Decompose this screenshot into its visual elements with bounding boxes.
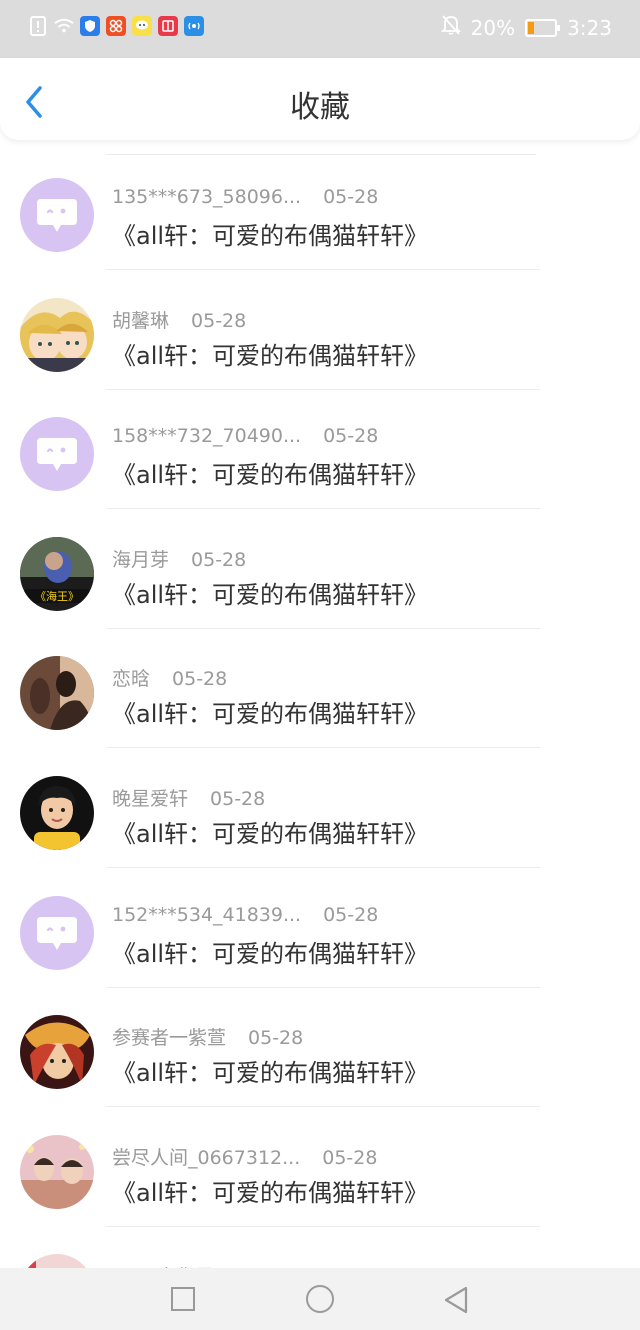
avatar[interactable] — [20, 656, 94, 731]
item-meta: 恋晗 05-28 — [112, 664, 227, 691]
item-meta: 晚星爱轩 05-28 — [112, 784, 265, 811]
username[interactable]: 152***534_41839... — [112, 904, 301, 926]
item-meta: 参赛者一紫萱 05-28 — [112, 1023, 303, 1050]
avatar[interactable] — [20, 1134, 94, 1209]
status-bar: 20% 3:23 — [0, 0, 640, 58]
favorite-list-item[interactable]: 恋晗 05-28 《all轩：可爱的布偶猫轩轩》 — [0, 628, 640, 749]
user-avatar-image — [20, 1015, 94, 1090]
item-meta: 135***673_58096... 05-28 — [112, 186, 378, 208]
favorite-list-item[interactable]: 《海王》 海月芽 05-28 《all轩：可爱的布偶猫轩轩》 — [0, 509, 640, 629]
status-icons-right: 20% 3:23 — [440, 14, 612, 41]
mute-bell-icon — [440, 14, 461, 41]
favorite-list-item[interactable]: 尝尽人间_0667312... 05-28 《all轩：可爱的布偶猫轩轩》 — [0, 1107, 640, 1227]
username[interactable]: 158***732_70490... — [112, 425, 301, 447]
book-app-icon — [158, 16, 178, 36]
item-meta: 158***732_70490... 05-28 — [112, 425, 378, 447]
wifi-icon — [54, 16, 74, 36]
default-avatar-icon — [37, 916, 77, 950]
avatar[interactable] — [20, 1015, 94, 1090]
avatar[interactable] — [20, 417, 94, 492]
favorite-list-item[interactable]: 胡馨琳 05-28 《all轩：可爱的布偶猫轩轩》 — [0, 270, 640, 390]
hotspot-app-icon — [184, 16, 204, 36]
date: 05-28 — [210, 788, 266, 810]
avatar[interactable] — [20, 178, 94, 252]
alert-icon — [28, 16, 48, 36]
default-avatar-icon — [37, 199, 77, 232]
article-title[interactable]: 《all轩：可爱的布偶猫轩轩》 — [112, 216, 428, 251]
recents-button[interactable] — [171, 1287, 195, 1311]
date: 05-28 — [191, 548, 247, 571]
avatar[interactable] — [20, 297, 94, 372]
article-title[interactable]: 《all轩：可爱的布偶猫轩轩》 — [112, 455, 428, 490]
username[interactable]: 海月芽 — [112, 549, 169, 571]
user-avatar-image — [20, 297, 94, 372]
date: 05-28 — [323, 186, 379, 208]
shield-app-icon — [80, 16, 100, 36]
user-avatar-image — [20, 656, 94, 731]
status-icons-left — [28, 16, 204, 36]
user-avatar-image — [20, 1134, 94, 1209]
date: 05-28 — [322, 1146, 378, 1169]
clock: 3:23 — [567, 15, 612, 40]
favorite-list-item[interactable]: 158***732_70490... 05-28 《all轩：可爱的布偶猫轩轩》 — [0, 389, 640, 510]
avatar[interactable] — [20, 1254, 94, 1268]
article-title[interactable]: 《all轩：可爱的布偶猫轩轩》 — [112, 694, 428, 729]
favorite-list-item[interactable]: 152***534_41839... 05-28 《all轩：可爱的布偶猫轩轩》 — [0, 868, 640, 988]
user-avatar-image — [20, 1254, 94, 1268]
favorite-list-item[interactable]: 135***673_58096... 05-28 《all轩：可爱的布偶猫轩轩》 — [0, 150, 640, 270]
battery-icon — [525, 18, 561, 37]
username[interactable]: 参赛者一紫萱 — [112, 1027, 226, 1049]
article-title[interactable]: 《all轩：可爱的布偶猫轩轩》 — [112, 934, 428, 969]
date: 05-28 — [323, 903, 379, 926]
triangle-back-icon — [444, 1286, 468, 1314]
favorite-list-item[interactable]: Lov5守你星辰05-28 — [0, 1226, 640, 1268]
username[interactable]: 尝尽人间_0667312... — [112, 1147, 300, 1169]
user-avatar-image: 《海王》 — [20, 536, 94, 611]
username[interactable]: 135***673_58096... — [112, 186, 301, 208]
username[interactable]: 胡馨琳 — [112, 310, 169, 332]
user-avatar-image — [20, 776, 94, 850]
avatar[interactable] — [20, 895, 94, 970]
article-title[interactable]: 《all轩：可爱的布偶猫轩轩》 — [112, 814, 428, 849]
username[interactable]: 恋晗 — [112, 668, 150, 690]
favorite-list-item[interactable]: 晚星爱轩 05-28 《all轩：可爱的布偶猫轩轩》 — [0, 748, 640, 868]
avatar[interactable] — [20, 776, 94, 850]
date: 05-28 — [248, 1027, 304, 1050]
date: 05-28 — [323, 425, 379, 448]
article-title[interactable]: 《all轩：可爱的布偶猫轩轩》 — [112, 1053, 428, 1088]
date: 05-28 — [191, 309, 247, 332]
system-nav-bar — [0, 1268, 640, 1330]
item-meta: 海月芽 05-28 — [112, 545, 246, 572]
username[interactable]: 晚星爱轩 — [112, 788, 188, 810]
system-back-button[interactable] — [442, 1285, 470, 1315]
date: 05-28 — [172, 668, 228, 691]
article-title[interactable]: 《all轩：可爱的布偶猫轩轩》 — [112, 1173, 428, 1208]
chat-app-icon — [132, 16, 152, 36]
article-title[interactable]: 《all轩：可爱的布偶猫轩轩》 — [112, 575, 428, 610]
favorites-list: 135***673_58096... 05-28 《all轩：可爱的布偶猫轩轩》 胡馨… — [0, 150, 640, 1268]
item-meta: 胡馨琳 05-28 — [112, 306, 246, 333]
header: 收藏 — [0, 58, 640, 140]
item-meta: 尝尽人间_0667312... 05-28 — [112, 1143, 377, 1170]
item-meta: 152***534_41839... 05-28 — [112, 904, 378, 926]
avatar[interactable]: 《海王》 — [20, 536, 94, 611]
orange-app-icon — [106, 16, 126, 36]
home-button[interactable] — [306, 1285, 334, 1313]
page-title: 收藏 — [290, 90, 350, 125]
favorite-list-item[interactable]: 参赛者一紫萱 05-28 《all轩：可爱的布偶猫轩轩》 — [0, 987, 640, 1108]
avatar-text: 《海王》 — [35, 589, 79, 603]
battery-percent: 20% — [470, 15, 516, 40]
article-title[interactable]: 《all轩：可爱的布偶猫轩轩》 — [112, 336, 428, 371]
default-avatar-icon — [37, 438, 77, 472]
